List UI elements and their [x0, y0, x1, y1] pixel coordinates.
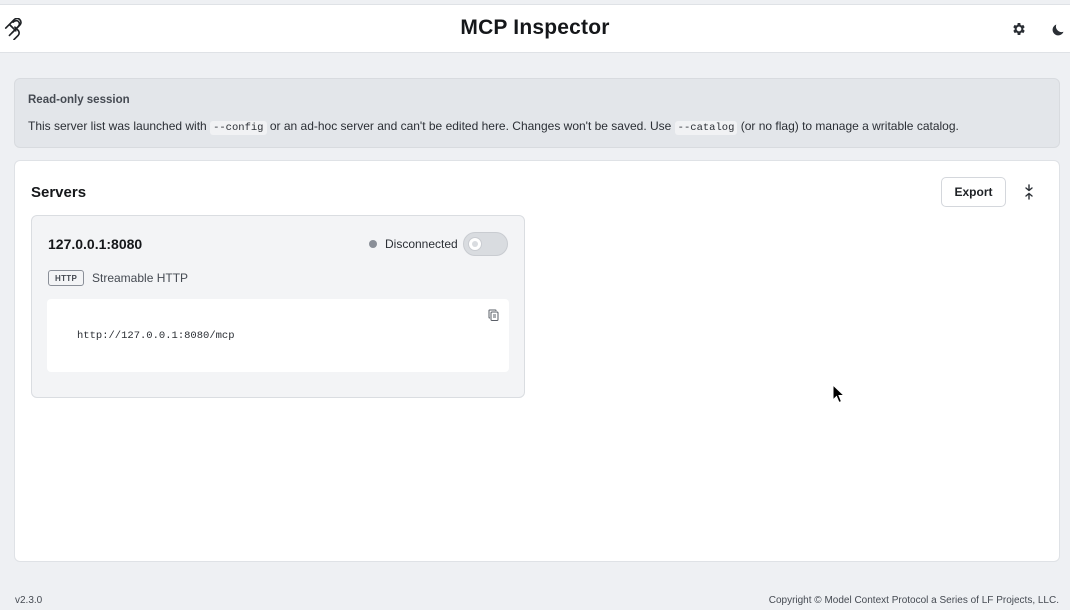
gear-icon[interactable]	[1009, 19, 1029, 39]
export-button[interactable]: Export	[941, 177, 1006, 207]
status-dot	[369, 240, 377, 248]
moon-icon[interactable]	[1048, 19, 1068, 39]
server-name: 127.0.0.1:8080	[48, 236, 143, 252]
app-title: MCP Inspector	[460, 16, 610, 39]
config-flag-code: --config	[210, 121, 267, 135]
collapse-vertical-icon[interactable]	[1021, 183, 1037, 201]
notice-title: Read-only session	[28, 94, 130, 106]
toggle-knob	[468, 237, 482, 251]
status-label: Disconnected	[385, 237, 458, 251]
read-only-notice: Read-only session This server list was l…	[14, 78, 1060, 148]
server-url-box: http://127.0.0.1:8080/mcp	[47, 299, 509, 372]
server-card: 127.0.0.1:8080 Disconnected HTTP Streama…	[31, 215, 525, 398]
connect-toggle[interactable]	[463, 232, 508, 256]
servers-title: Servers	[31, 184, 87, 201]
server-url: http://127.0.0.1:8080/mcp	[77, 330, 235, 342]
notice-text: This server list was launched with --con…	[28, 118, 1046, 136]
notice-text-part1: This server list was launched with	[28, 119, 211, 133]
transport-badge: HTTP	[48, 270, 85, 286]
catalog-flag-code: --catalog	[674, 121, 738, 135]
connection-status: Disconnected	[369, 237, 458, 251]
top-bar: MCP Inspector	[0, 4, 1070, 53]
copy-icon[interactable]	[487, 308, 499, 322]
servers-panel: Servers Export 127.0.0.1:8080 Disconnect…	[14, 160, 1060, 562]
transport-label: Streamable HTTP	[92, 271, 189, 285]
copyright-text: Copyright © Model Context Protocol a Ser…	[768, 595, 1059, 606]
notice-text-part3: (or no flag) to manage a writable catalo…	[737, 119, 959, 133]
app-version: v2.3.0	[15, 595, 43, 606]
notice-text-part2: or an ad-hoc server and can't be edited …	[266, 119, 675, 133]
mouse-cursor-icon	[832, 384, 846, 404]
